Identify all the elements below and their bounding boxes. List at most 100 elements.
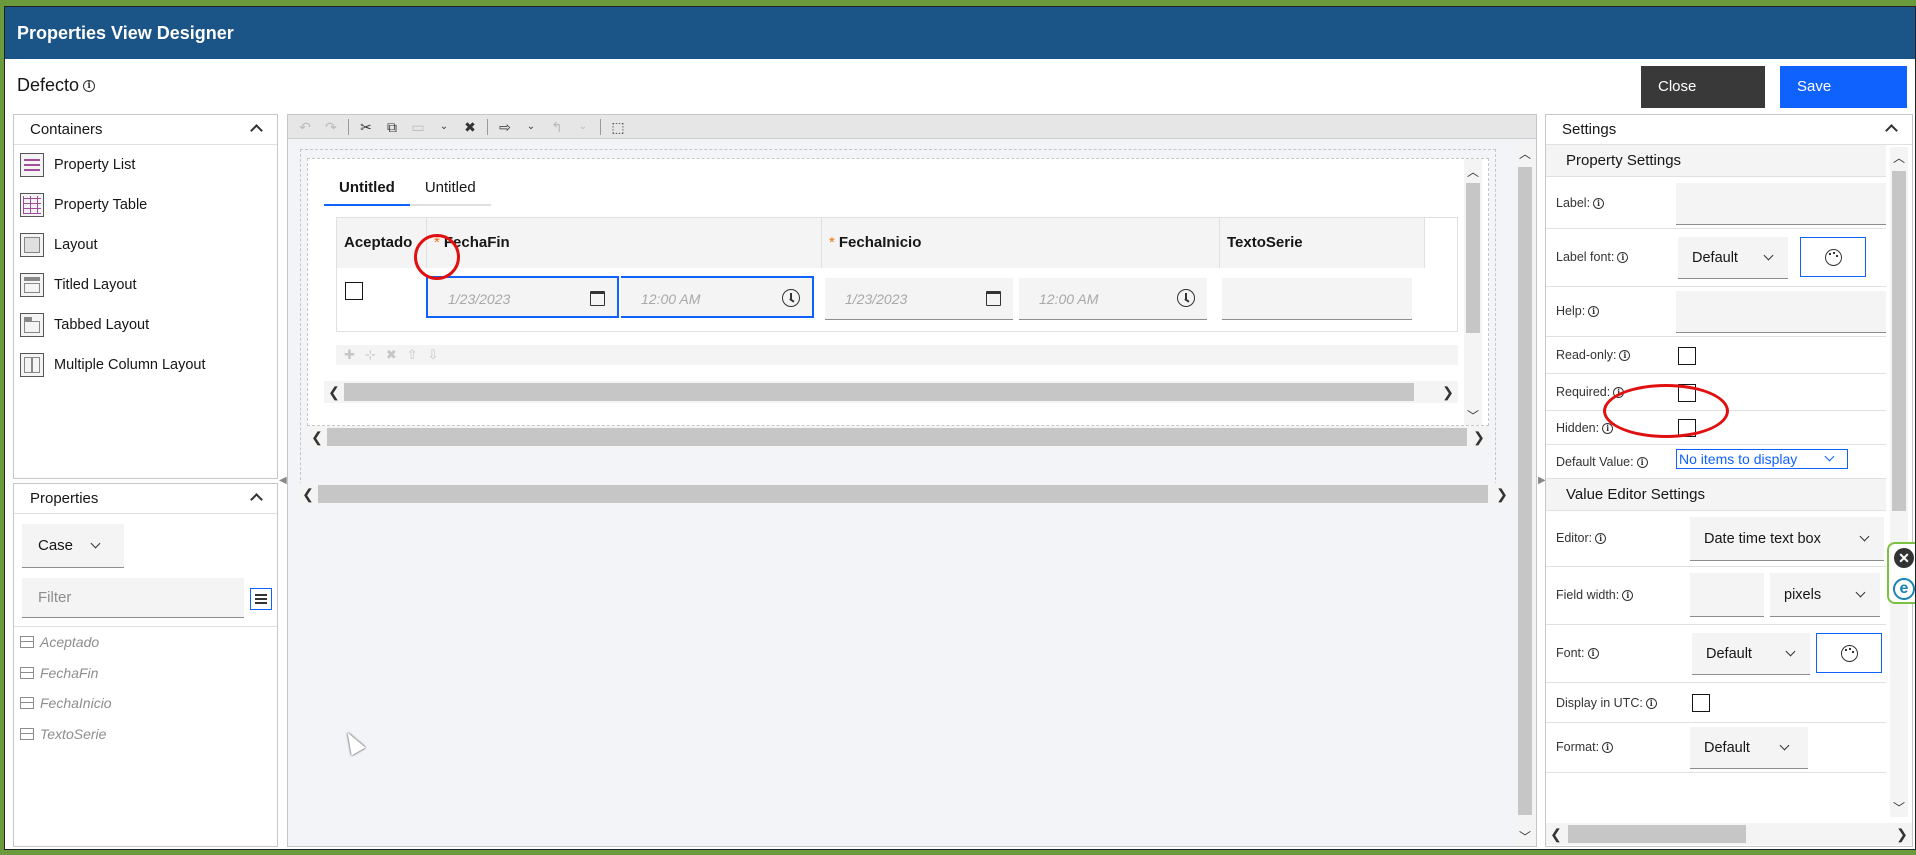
clock-icon[interactable]	[1177, 289, 1195, 307]
container-item-property-table[interactable]: Property Table	[14, 185, 277, 225]
scrollbar-thumb[interactable]	[344, 383, 1414, 401]
add-row-icon[interactable]: ✚	[344, 347, 355, 363]
fechainicio-time-input[interactable]: 12:00 AM	[1019, 278, 1207, 320]
container-item-property-list[interactable]: Property List	[14, 145, 277, 185]
fechafin-date-input[interactable]: 1/23/2023	[426, 276, 619, 318]
property-item-aceptado[interactable]: Aceptado	[20, 634, 99, 650]
calendar-icon[interactable]	[590, 291, 605, 306]
label-font-select[interactable]: Default	[1678, 237, 1788, 279]
container-item-titled-layout[interactable]: Titled Layout	[14, 265, 277, 305]
info-icon[interactable]: i	[1587, 648, 1599, 660]
scroll-up-icon[interactable]: ︿	[1516, 145, 1534, 163]
scroll-right-icon[interactable]: ❯	[1469, 426, 1489, 448]
info-icon[interactable]: i	[1636, 457, 1648, 469]
fechafin-time-input[interactable]: 12:00 AM	[621, 276, 814, 318]
scrollbar-thumb[interactable]	[1518, 167, 1532, 815]
chevron-down-icon[interactable]: ⌄	[522, 118, 540, 136]
scroll-right-icon[interactable]: ❯	[1492, 483, 1512, 505]
tab-container[interactable]: Untitled Untitled Aceptado * FechaFin * Fe…	[307, 158, 1489, 426]
redo-icon[interactable]: ↷	[322, 118, 340, 136]
default-value-select[interactable]: No items to display	[1676, 449, 1848, 469]
info-icon[interactable]: i	[1617, 252, 1629, 264]
textoserie-input[interactable]	[1222, 278, 1412, 320]
canvas-vertical-scrollbar[interactable]: ︿ ﹀	[1516, 141, 1534, 846]
insert-row-icon[interactable]: ⊹	[365, 347, 376, 363]
info-icon[interactable]: i	[1613, 387, 1625, 399]
column-header-textoserie[interactable]: TextoSerie	[1220, 218, 1425, 268]
info-icon[interactable]: i	[83, 79, 96, 92]
scroll-down-icon[interactable]: ﹀	[1516, 828, 1534, 846]
settings-vertical-scrollbar[interactable]: ︿ ﹀	[1890, 147, 1908, 817]
scroll-left-icon[interactable]: ❮	[324, 381, 344, 403]
info-icon[interactable]: i	[1602, 742, 1614, 754]
info-icon[interactable]: i	[1602, 423, 1614, 435]
info-icon[interactable]: i	[1593, 198, 1605, 210]
info-icon[interactable]: i	[1622, 590, 1634, 602]
scroll-down-icon[interactable]: ﹀	[1464, 407, 1482, 425]
scrollbar-thumb[interactable]	[327, 428, 1467, 446]
required-checkbox[interactable]	[1678, 384, 1696, 402]
chevron-up-icon[interactable]	[250, 493, 263, 506]
close-button[interactable]: Close	[1641, 66, 1765, 108]
label-input[interactable]	[1676, 183, 1886, 225]
tab-untitled-2[interactable]: Untitled	[409, 173, 491, 206]
move-down-icon[interactable]: ⇩	[428, 347, 439, 363]
scrollbar-thumb[interactable]	[1568, 825, 1746, 843]
label-color-button[interactable]	[1800, 237, 1866, 277]
info-icon[interactable]: i	[1645, 698, 1657, 710]
width-unit-select[interactable]: pixels	[1770, 573, 1880, 617]
property-item-textoserie[interactable]: TextoSerie	[20, 726, 106, 742]
class-select[interactable]: Case	[22, 524, 124, 568]
info-icon[interactable]: i	[1588, 306, 1600, 318]
scroll-left-icon[interactable]: ❮	[307, 426, 327, 448]
list-view-icon[interactable]	[250, 588, 272, 610]
settings-horizontal-scrollbar[interactable]: ❮ ❯	[1546, 823, 1912, 845]
scroll-left-icon[interactable]: ❮	[298, 483, 318, 505]
table-horizontal-scrollbar[interactable]: ❮ ❯	[324, 381, 1458, 403]
undo-icon[interactable]: ↶	[296, 118, 314, 136]
layout-container[interactable]: Untitled Untitled Aceptado * FechaFin * Fe…	[300, 149, 1496, 485]
delete-row-icon[interactable]: ✖	[386, 347, 397, 363]
save-button[interactable]: Save	[1780, 66, 1907, 108]
format-select[interactable]: Default	[1690, 727, 1808, 769]
editor-select[interactable]: Date time text box	[1690, 517, 1884, 561]
container-item-tabbed-layout[interactable]: Tabbed Layout	[14, 305, 277, 345]
containers-header[interactable]: Containers	[14, 115, 277, 145]
property-item-fechainicio[interactable]: FechaInicio	[20, 695, 112, 711]
tab-vertical-scrollbar[interactable]: ︿ ﹀	[1464, 159, 1482, 425]
scroll-right-icon[interactable]: ❯	[1438, 381, 1458, 403]
scrollbar-thumb[interactable]	[318, 485, 1488, 503]
scroll-left-icon[interactable]: ❮	[1546, 823, 1566, 845]
read-only-checkbox[interactable]	[1678, 347, 1696, 365]
font-color-button[interactable]	[1816, 633, 1882, 673]
scroll-down-icon[interactable]: ﹀	[1890, 799, 1908, 817]
cut-icon[interactable]: ✂	[357, 118, 375, 136]
extension-e-icon[interactable]: e	[1893, 578, 1915, 600]
calendar-icon[interactable]	[986, 291, 1001, 306]
container-item-multiple-column-layout[interactable]: Multiple Column Layout	[14, 345, 277, 385]
property-item-fechafin[interactable]: FechaFin	[20, 665, 98, 681]
select-area-icon[interactable]: ⬚	[609, 118, 627, 136]
filter-input[interactable]	[22, 578, 244, 618]
copy-icon[interactable]: ⧉	[383, 118, 401, 136]
scroll-right-icon[interactable]: ❯	[1892, 823, 1912, 845]
chevron-up-icon[interactable]	[1885, 124, 1898, 137]
properties-header[interactable]: Properties	[14, 484, 277, 514]
info-icon[interactable]: i	[1619, 350, 1631, 362]
display-utc-checkbox[interactable]	[1692, 694, 1710, 712]
help-input[interactable]	[1676, 291, 1886, 333]
field-width-input[interactable]	[1690, 573, 1764, 617]
chevron-down-icon[interactable]: ⌄	[435, 118, 453, 136]
hidden-checkbox[interactable]	[1678, 419, 1696, 437]
column-header-aceptado[interactable]: Aceptado	[337, 218, 427, 268]
property-table[interactable]: Aceptado * FechaFin * FechaInicio TextoSer…	[336, 217, 1458, 332]
delete-icon[interactable]: ✖	[461, 118, 479, 136]
chevron-down-icon[interactable]: ⌄	[574, 118, 592, 136]
column-header-fechafin[interactable]: * FechaFin	[427, 218, 822, 268]
scrollbar-thumb[interactable]	[1466, 183, 1480, 333]
scroll-up-icon[interactable]: ︿	[1464, 163, 1482, 181]
paste-icon[interactable]: ▭	[409, 118, 427, 136]
info-icon[interactable]: i	[1595, 533, 1607, 545]
scroll-up-icon[interactable]: ︿	[1890, 149, 1908, 167]
splitter-left-icon[interactable]: ◀	[279, 475, 287, 495]
